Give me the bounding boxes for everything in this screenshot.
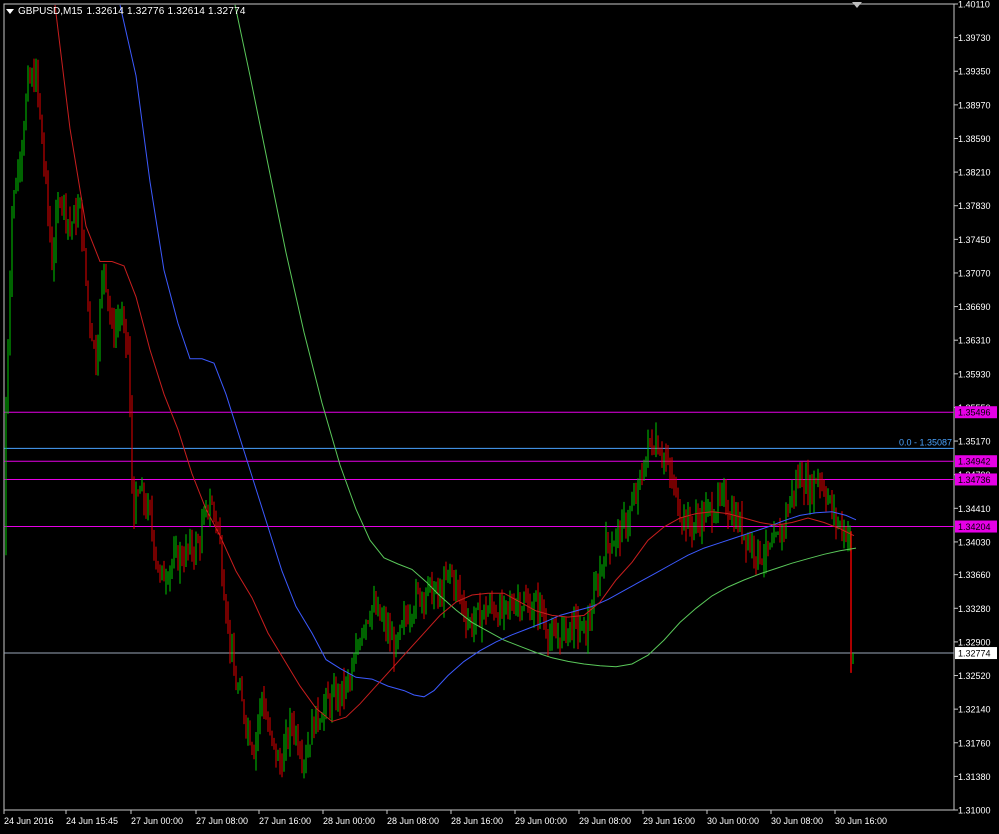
time-tick-label: 30 Jun 00:00 <box>707 816 759 826</box>
price-tick-label: 1.33280 <box>958 604 991 614</box>
price-tick-label: 1.38970 <box>958 100 991 110</box>
price-tick-label: 1.33660 <box>958 570 991 580</box>
price-tick-label: 1.31000 <box>958 806 991 816</box>
price-tick-label: 1.39350 <box>958 67 991 77</box>
price-tick-label: 1.32140 <box>958 705 991 715</box>
time-tick-label: 27 Jun 08:00 <box>196 816 248 826</box>
time-tick-label: 28 Jun 16:00 <box>451 816 503 826</box>
moving-average-green <box>234 4 857 668</box>
chevron-down-icon[interactable] <box>6 9 14 14</box>
time-tick-label: 30 Jun 16:00 <box>835 816 887 826</box>
fib-label: 0.0 - 1.35087 <box>899 437 952 447</box>
time-tick-label: 29 Jun 08:00 <box>579 816 631 826</box>
price-tick-label: 1.31380 <box>958 772 991 782</box>
price-tick-label: 1.34030 <box>958 537 991 547</box>
price-chart[interactable]: 1.40110 1.39730 1.39350 1.38970 1.38590 1.382… <box>0 0 999 834</box>
price-tick-label: 1.32520 <box>958 671 991 681</box>
symbol-label: GBPUSD,M15 <box>18 6 83 17</box>
price-tick-label: 1.38210 <box>958 168 991 178</box>
chart-header: GBPUSD,M15 1.32614 1.32776 1.32614 1.327… <box>6 6 246 17</box>
time-tick-label: 27 Jun 16:00 <box>259 816 311 826</box>
time-tick-label: 27 Jun 00:00 <box>131 816 183 826</box>
chart-shift-marker-icon[interactable] <box>852 2 862 8</box>
price-tick-label: 1.37070 <box>958 268 991 278</box>
bid-price-label: 1.32774 <box>958 649 991 659</box>
time-tick-label: 28 Jun 00:00 <box>323 816 375 826</box>
price-tick-label: 1.38590 <box>958 134 991 144</box>
price-tick-label: 1.37830 <box>958 201 991 211</box>
moving-average-red <box>54 4 855 723</box>
chart-window[interactable]: 1.40110 1.39730 1.39350 1.38970 1.38590 1.382… <box>0 0 999 834</box>
time-tick-label: 29 Jun 00:00 <box>515 816 567 826</box>
level-price-label: 1.34942 <box>958 457 991 467</box>
price-tick-label: 1.37450 <box>958 235 991 245</box>
price-tick-label: 1.35930 <box>958 369 991 379</box>
time-tick-label: 24 Jun 15:45 <box>66 816 118 826</box>
ohlc-values: 1.32614 1.32776 1.32614 1.32774 <box>86 6 246 17</box>
level-price-label: 1.34736 <box>958 475 991 485</box>
price-tick-label: 1.35170 <box>958 437 991 447</box>
price-tick-label: 1.34410 <box>958 504 991 514</box>
chart-frame <box>3 3 955 811</box>
price-tick-label: 1.32900 <box>958 637 991 647</box>
level-price-label: 1.35496 <box>958 408 991 418</box>
time-tick-label: 29 Jun 16:00 <box>643 816 695 826</box>
level-price-label: 1.34204 <box>958 522 991 532</box>
time-tick-label: 30 Jun 08:00 <box>771 816 823 826</box>
price-tick-label: 1.36310 <box>958 336 991 346</box>
price-tick-label: 1.36690 <box>958 302 991 312</box>
time-tick-label: 24 Jun 2016 <box>4 816 54 826</box>
price-tick-label: 1.40110 <box>958 0 990 10</box>
price-tick-label: 1.39730 <box>958 33 991 43</box>
price-tick-label: 1.31760 <box>958 738 991 748</box>
time-tick-label: 28 Jun 08:00 <box>387 816 439 826</box>
